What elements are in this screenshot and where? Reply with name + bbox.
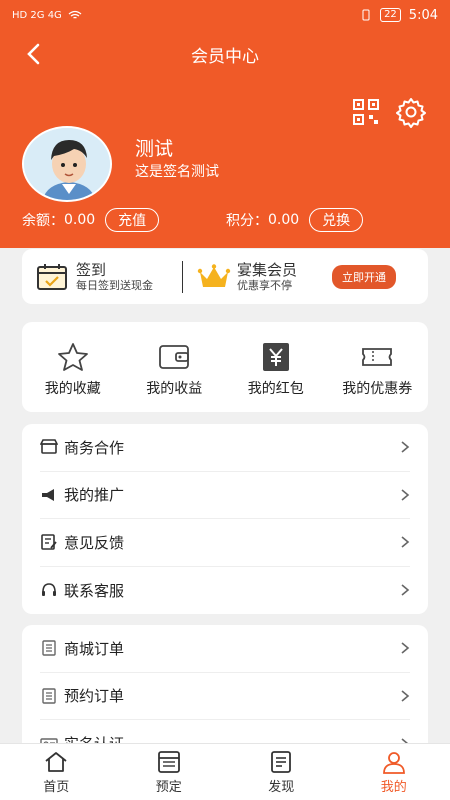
list-item-support[interactable]: 联系客服 xyxy=(40,567,410,615)
signin-title: 签到 xyxy=(76,260,107,279)
order-list: 商城订单 预约订单 实名认证 xyxy=(22,625,428,755)
vip-subtitle: 优惠享不停 xyxy=(237,278,292,292)
list-item-business[interactable]: 商务合作 xyxy=(40,424,410,472)
redeem-button[interactable]: 兑换 xyxy=(309,208,364,232)
list-label: 商务合作 xyxy=(64,438,125,457)
network-indicators: HD 2G 4G xyxy=(12,9,62,21)
list-label: 预约订单 xyxy=(64,687,125,706)
divider xyxy=(182,260,183,293)
chevron-right-icon xyxy=(401,536,410,548)
list-label: 我的推广 xyxy=(64,486,125,505)
crown-icon xyxy=(197,263,231,287)
signin-subtitle: 每日签到送现金 xyxy=(76,278,153,292)
chevron-right-icon xyxy=(401,441,410,453)
balance-value: 0.00 xyxy=(64,212,96,228)
list-item-booking-orders[interactable]: 预约订单 xyxy=(40,673,410,720)
grid-item-favorites[interactable]: 我的收藏 xyxy=(22,322,124,412)
list-label: 商城订单 xyxy=(64,639,125,658)
battery-indicator: 22 xyxy=(380,8,401,22)
grid-item-coupons[interactable]: 我的优惠券 xyxy=(327,322,429,412)
recharge-button[interactable]: 充值 xyxy=(105,208,160,232)
points-row: 积分： 0.00 兑换 xyxy=(226,208,364,232)
tab-booking[interactable]: 预定 xyxy=(113,744,226,800)
balance-row: 余额： 0.00 充值 xyxy=(22,208,160,232)
qr-code-icon[interactable] xyxy=(352,98,380,126)
tab-mine[interactable]: 我的 xyxy=(338,744,450,800)
coupon-icon xyxy=(362,348,393,366)
points-value: 0.00 xyxy=(268,212,300,228)
star-icon xyxy=(57,343,88,371)
status-left: HD 2G 4G xyxy=(12,10,82,21)
order-icon xyxy=(42,640,56,656)
chevron-right-icon xyxy=(401,489,410,501)
service-list: 商务合作 我的推广 意见反馈 联系客服 xyxy=(22,424,428,614)
tab-home[interactable]: 首页 xyxy=(0,744,113,800)
chevron-right-icon xyxy=(401,642,410,654)
grid-label: 我的优惠券 xyxy=(342,381,413,397)
headset-icon xyxy=(42,583,56,597)
discover-icon xyxy=(271,751,292,773)
tab-label: 预定 xyxy=(155,780,182,795)
grid-label: 我的收藏 xyxy=(44,381,101,397)
signin-vip-card: 签到 每日签到送现金 宴集会员 优惠享不停 立即开通 xyxy=(22,249,428,304)
vip-entry: 宴集会员 优惠享不停 立即开通 xyxy=(197,261,428,293)
chevron-right-icon xyxy=(401,690,410,702)
chevron-right-icon xyxy=(401,584,410,596)
person-icon xyxy=(382,752,405,774)
list-item-promotion[interactable]: 我的推广 xyxy=(40,472,410,519)
balance-label: 余额： xyxy=(22,213,64,229)
status-time: 5:04 xyxy=(408,7,438,23)
grid-item-earnings[interactable]: 我的收益 xyxy=(124,322,226,412)
wallet-icon xyxy=(159,345,190,369)
calendar-check-icon xyxy=(37,263,67,290)
list-item-feedback[interactable]: 意见反馈 xyxy=(40,519,410,567)
grid-label: 我的红包 xyxy=(247,381,304,397)
wifi-icon xyxy=(68,10,82,19)
user-signature: 这是签名测试 xyxy=(135,164,219,180)
signin-entry[interactable]: 签到 每日签到送现金 xyxy=(22,261,182,293)
grid-label: 我的收益 xyxy=(146,381,203,397)
user-name: 测试 xyxy=(135,138,174,160)
home-icon xyxy=(45,752,67,772)
vibrate-icon xyxy=(362,9,370,21)
settings-gear-icon[interactable] xyxy=(395,96,427,128)
tab-label: 发现 xyxy=(268,780,295,795)
status-bar: HD 2G 4G 22 5:04 xyxy=(0,0,450,30)
list-label: 意见反馈 xyxy=(64,533,125,552)
store-icon xyxy=(40,439,58,455)
bottom-tab-bar: 首页 预定 发现 我的 xyxy=(0,743,450,800)
list-label: 联系客服 xyxy=(64,581,125,600)
open-vip-button[interactable]: 立即开通 xyxy=(332,264,396,289)
status-right: 22 5:04 xyxy=(360,8,438,23)
points-label: 积分： xyxy=(226,213,268,229)
member-header: 会员中心 测试 这是签名测试 余额： 0.00 充值 积分： 0.00 兑换 xyxy=(0,30,450,248)
calendar-icon xyxy=(157,751,180,773)
yen-icon xyxy=(262,343,289,371)
grid-item-red-packet[interactable]: 我的红包 xyxy=(225,322,327,412)
avatar[interactable] xyxy=(22,126,112,202)
vip-title: 宴集会员 xyxy=(237,260,298,279)
feedback-icon xyxy=(41,534,57,551)
avatar-illustration xyxy=(24,128,110,200)
page-title: 会员中心 xyxy=(191,47,259,67)
order-icon xyxy=(42,688,56,704)
tab-discover[interactable]: 发现 xyxy=(225,744,338,800)
tab-label: 我的 xyxy=(380,780,407,795)
list-item-mall-orders[interactable]: 商城订单 xyxy=(40,625,410,673)
megaphone-icon xyxy=(42,488,54,501)
quick-access-grid: 我的收藏 我的收益 我的红包 我的优惠券 xyxy=(22,322,428,412)
tab-label: 首页 xyxy=(43,780,70,795)
